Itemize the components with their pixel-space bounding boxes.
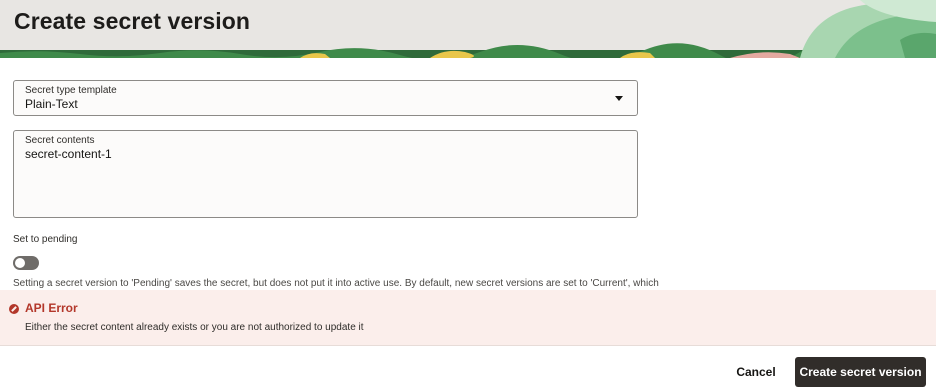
api-error-banner: API Error Either the secret content alre… bbox=[0, 290, 936, 346]
secret-contents-label: Secret contents bbox=[25, 135, 95, 146]
toggle-knob bbox=[15, 258, 25, 268]
secret-type-template-value: Plain-Text bbox=[25, 97, 78, 111]
page-header: Create secret version bbox=[0, 0, 936, 58]
pending-helper-text: Setting a secret version to 'Pending' sa… bbox=[13, 278, 659, 289]
create-secret-version-button[interactable]: Create secret version bbox=[795, 357, 926, 387]
error-message: Either the secret content already exists… bbox=[25, 322, 364, 333]
set-to-pending-toggle[interactable] bbox=[13, 256, 39, 270]
error-circle-icon bbox=[9, 304, 19, 314]
cancel-button[interactable]: Cancel bbox=[728, 357, 784, 387]
secret-contents-field[interactable]: Secret contents secret-content-1 bbox=[13, 130, 638, 218]
secret-contents-value[interactable]: secret-content-1 bbox=[25, 147, 112, 161]
secret-type-template-select[interactable]: Secret type template Plain-Text bbox=[13, 80, 638, 116]
chevron-down-icon[interactable] bbox=[615, 96, 623, 101]
set-to-pending-label: Set to pending bbox=[13, 234, 78, 245]
secret-type-template-label: Secret type template bbox=[25, 85, 117, 96]
page-title: Create secret version bbox=[14, 8, 251, 34]
error-title: API Error bbox=[25, 301, 78, 315]
